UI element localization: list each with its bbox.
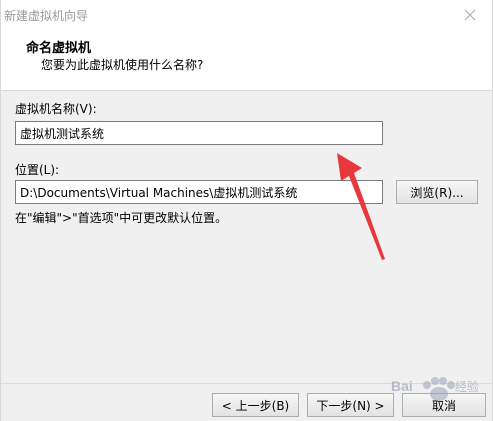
location-label: 位置(L): [15,163,60,177]
new-vm-wizard-window: 新建虚拟机向导 命名虚拟机 您要为此虚拟机使用什么名称? 虚拟机名称(V): 位… [0,0,493,421]
vm-name-input[interactable] [15,121,383,145]
location-hint: 在"编辑">"首选项"中可更改默认位置。 [15,211,228,225]
location-input[interactable] [15,180,383,204]
header-panel: 命名虚拟机 您要为此虚拟机使用什么名称? [1,30,492,91]
window-title: 新建虚拟机向导 [4,9,89,23]
page-title: 命名虚拟机 [26,41,92,56]
close-button[interactable] [450,0,490,30]
form-content: 虚拟机名称(V): 位置(L): 浏览(R)... 在"编辑">"首选项"中可更… [1,91,492,383]
next-button[interactable]: 下一步(N) > [307,393,394,417]
close-icon [464,9,476,21]
browse-button[interactable]: 浏览(R)... [396,180,478,204]
title-bar: 新建虚拟机向导 [1,0,492,30]
page-subtitle: 您要为此虚拟机使用什么名称? [41,58,204,72]
footer-bar: < 上一步(B) 下一步(N) > 取消 [1,383,492,421]
vm-name-label: 虚拟机名称(V): [15,102,97,116]
cancel-button[interactable]: 取消 [402,393,486,417]
back-button[interactable]: < 上一步(B) [212,393,299,417]
